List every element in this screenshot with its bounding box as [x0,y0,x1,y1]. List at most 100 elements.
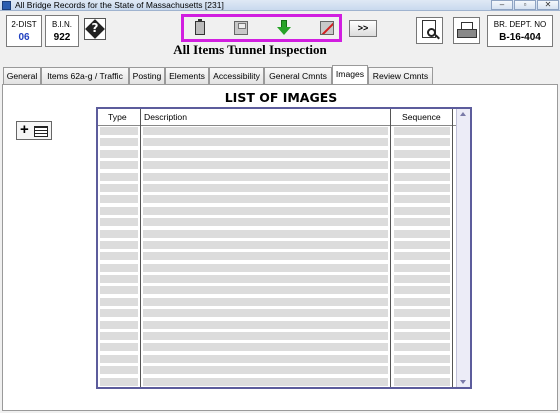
more-button[interactable]: >> [349,20,377,37]
type-cell[interactable] [100,172,138,181]
sequence-cell[interactable] [394,366,450,375]
type-cell[interactable] [100,332,138,341]
type-cell[interactable] [100,138,138,147]
close-button[interactable]: ✕ [537,0,559,10]
table-row[interactable] [98,206,456,217]
save-button[interactable] [231,19,251,37]
discard-button[interactable] [317,19,337,37]
type-cell[interactable] [100,195,138,204]
table-row[interactable] [98,331,456,342]
sequence-cell[interactable] [394,297,450,306]
description-cell[interactable] [143,309,388,318]
download-button[interactable] [274,19,294,37]
table-row[interactable] [98,126,456,137]
table-row[interactable] [98,172,456,183]
table-row[interactable] [98,320,456,331]
type-cell[interactable] [100,183,138,192]
description-cell[interactable] [143,218,388,227]
table-row[interactable] [98,217,456,228]
type-cell[interactable] [100,263,138,272]
tab-accessibility[interactable]: Accessibility [209,67,264,84]
table-row[interactable] [98,354,456,365]
table-row[interactable] [98,377,456,387]
description-cell[interactable] [143,195,388,204]
tab-items-62a-g-traffic[interactable]: Items 62a-g / Traffic [41,67,129,84]
table-row[interactable] [98,274,456,285]
table-row[interactable] [98,240,456,251]
type-cell[interactable] [100,252,138,261]
description-cell[interactable] [143,354,388,363]
sequence-cell[interactable] [394,206,450,215]
sequence-cell[interactable] [394,127,450,135]
description-cell[interactable] [143,297,388,306]
type-cell[interactable] [100,161,138,170]
sequence-cell[interactable] [394,138,450,147]
table-row[interactable] [98,285,456,296]
sequence-cell[interactable] [394,343,450,352]
sequence-cell[interactable] [394,161,450,170]
sequence-cell[interactable] [394,195,450,204]
sequence-cell[interactable] [394,172,450,181]
description-cell[interactable] [143,252,388,261]
sequence-cell[interactable] [394,149,450,158]
description-cell[interactable] [143,332,388,341]
description-cell[interactable] [143,286,388,295]
sequence-cell[interactable] [394,275,450,284]
description-cell[interactable] [143,240,388,249]
tab-images[interactable]: Images [332,65,368,84]
type-cell[interactable] [100,320,138,329]
sequence-cell[interactable] [394,354,450,363]
type-cell[interactable] [100,377,138,386]
type-cell[interactable] [100,229,138,238]
description-cell[interactable] [143,149,388,158]
type-cell[interactable] [100,127,138,135]
description-cell[interactable] [143,172,388,181]
sequence-cell[interactable] [394,309,450,318]
sequence-cell[interactable] [394,320,450,329]
description-cell[interactable] [143,366,388,375]
print-preview-button[interactable] [416,17,443,44]
type-cell[interactable] [100,343,138,352]
type-cell[interactable] [100,240,138,249]
table-row[interactable] [98,183,456,194]
sequence-cell[interactable] [394,286,450,295]
description-cell[interactable] [143,127,388,135]
description-cell[interactable] [143,275,388,284]
vertical-scrollbar[interactable] [456,109,470,387]
table-row[interactable] [98,251,456,262]
tab-general-cmnts[interactable]: General Cmnts [264,67,332,84]
sequence-cell[interactable] [394,332,450,341]
table-row[interactable] [98,308,456,319]
description-cell[interactable] [143,161,388,170]
description-cell[interactable] [143,343,388,352]
minimize-button[interactable]: – [491,0,513,10]
type-cell[interactable] [100,286,138,295]
type-cell[interactable] [100,275,138,284]
sequence-cell[interactable] [394,218,450,227]
scroll-down-icon[interactable] [460,380,466,384]
table-row[interactable] [98,342,456,353]
sequence-cell[interactable] [394,252,450,261]
tab-review-cmnts[interactable]: Review Cmnts [368,67,433,84]
clipboard-button[interactable] [190,19,210,37]
description-cell[interactable] [143,263,388,272]
description-cell[interactable] [143,229,388,238]
type-cell[interactable] [100,297,138,306]
description-cell[interactable] [143,320,388,329]
sequence-cell[interactable] [394,263,450,272]
description-cell[interactable] [143,183,388,192]
scroll-up-icon[interactable] [460,112,466,116]
table-row[interactable] [98,149,456,160]
table-row[interactable] [98,229,456,240]
sequence-cell[interactable] [394,240,450,249]
table-row[interactable] [98,263,456,274]
tab-general[interactable]: General [3,67,41,84]
type-cell[interactable] [100,206,138,215]
type-cell[interactable] [100,354,138,363]
tab-posting[interactable]: Posting [129,67,165,84]
table-row[interactable] [98,365,456,376]
table-row[interactable] [98,160,456,171]
restore-button[interactable]: ▫ [514,0,536,10]
description-cell[interactable] [143,206,388,215]
description-cell[interactable] [143,377,388,386]
